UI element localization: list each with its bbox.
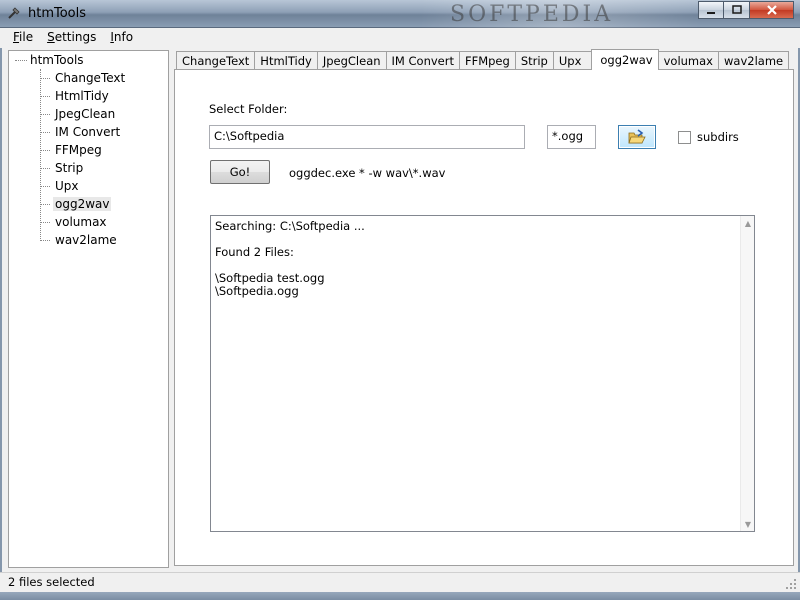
app-icon	[8, 7, 20, 19]
tree-connector	[40, 149, 50, 151]
subdirs-label: subdirs	[697, 130, 739, 144]
tree-item-label: JpegClean	[55, 107, 116, 121]
tree-connector	[40, 167, 50, 169]
tree-item-ffmpeg[interactable]: FFMpeg	[40, 141, 104, 159]
minimize-icon	[707, 12, 715, 14]
maximize-icon	[731, 5, 742, 14]
select-folder-label: Select Folder:	[209, 102, 288, 116]
tree-item-im-convert[interactable]: IM Convert	[40, 123, 122, 141]
tree-item-label: Strip	[55, 161, 84, 175]
scroll-down-arrow-icon[interactable]: ▼	[741, 517, 755, 531]
window-controls	[698, 1, 794, 19]
menu-file-label: File	[13, 30, 34, 44]
tree-item-htmltidy[interactable]: HtmlTidy	[40, 87, 111, 105]
menu-file[interactable]: File	[6, 28, 40, 48]
tab-im-convert[interactable]: IM Convert	[385, 51, 460, 70]
tab-ogg2wav[interactable]: ogg2wav	[591, 49, 659, 70]
menu-settings[interactable]: Settings	[40, 28, 103, 48]
tab-upx[interactable]: Upx	[552, 51, 593, 70]
menu-info[interactable]: Info	[103, 28, 140, 48]
output-line: Searching: C:\Softpedia ...	[215, 219, 365, 233]
menu-info-label: Info	[110, 30, 134, 44]
output-scrollbar[interactable]: ▲ ▼	[740, 216, 754, 531]
subdirs-checkbox[interactable]	[678, 130, 691, 144]
output-line: Found 2 Files:	[215, 245, 294, 259]
resize-grip-icon[interactable]	[785, 578, 797, 590]
maximize-button[interactable]	[724, 1, 750, 19]
tab-wav2lame[interactable]: wav2lame	[718, 51, 790, 70]
tree-item-ogg2wav[interactable]: ogg2wav	[40, 195, 112, 213]
tab-strip-tool[interactable]: Strip	[514, 51, 554, 70]
tab-strip: ChangeText HtmlTidy JpegClean IM Convert…	[176, 49, 790, 70]
subdirs-option[interactable]: subdirs	[678, 130, 739, 144]
tree-item-volumax[interactable]: volumax	[40, 213, 109, 231]
tab-jpegclean[interactable]: JpegClean	[316, 51, 387, 70]
status-text: 2 files selected	[8, 575, 95, 589]
folder-input[interactable]: C:\Softpedia	[209, 125, 525, 149]
tab-changetext[interactable]: ChangeText	[176, 51, 256, 70]
scroll-up-arrow-icon[interactable]: ▲	[741, 216, 755, 230]
tree-item-label: HtmlTidy	[55, 89, 109, 103]
tree-item-upx[interactable]: Upx	[40, 177, 81, 195]
tool-tree[interactable]: htmTools ChangeText HtmlTidy JpegClean I…	[8, 50, 169, 568]
folder-open-icon	[628, 129, 646, 144]
tab-ffmpeg[interactable]: FFMpeg	[458, 51, 516, 70]
close-button[interactable]	[750, 1, 794, 19]
tree-item-label: ogg2wav	[53, 197, 112, 211]
tree-item-label: volumax	[55, 215, 107, 229]
tree-item-changetext[interactable]: ChangeText	[40, 69, 127, 87]
tree-connector	[40, 239, 50, 241]
browse-folder-button[interactable]	[618, 125, 656, 149]
tree-connector	[15, 59, 27, 61]
watermark: SOFTPEDIA	[450, 2, 614, 27]
window-border-left	[0, 28, 2, 592]
tree-item-label: Upx	[55, 179, 79, 193]
window-border-bottom	[0, 592, 800, 600]
tree-item-label: IM Convert	[55, 125, 121, 139]
tree-connector	[40, 131, 50, 133]
tab-htmltidy[interactable]: HtmlTidy	[254, 51, 318, 70]
output-lines: Searching: C:\Softpedia ... Found 2 File…	[215, 220, 365, 298]
output-line: \Softpedia.ogg	[215, 284, 299, 298]
tree-connector	[40, 185, 50, 187]
command-preview: oggdec.exe * -w wav\*.wav	[289, 166, 446, 180]
tree-connector	[40, 203, 50, 205]
tree-item-label: FFMpeg	[55, 143, 102, 157]
tree-root[interactable]: htmTools	[15, 53, 84, 67]
ogg2wav-panel: Select Folder: C:\Softpedia *.ogg subdir…	[174, 69, 794, 566]
tree-root-label: htmTools	[30, 53, 84, 67]
menu-bar: File Settings Info	[0, 28, 800, 48]
title-bar[interactable]: SOFTPEDIA htmTools	[0, 0, 800, 28]
go-button[interactable]: Go!	[210, 160, 270, 184]
tree-connector	[40, 95, 50, 97]
tree-item-label: wav2lame	[55, 233, 117, 247]
tab-volumax[interactable]: volumax	[657, 51, 719, 70]
tree-item-wav2lame[interactable]: wav2lame	[40, 231, 119, 249]
tree-item-strip[interactable]: Strip	[40, 159, 85, 177]
file-mask-input[interactable]: *.ogg	[547, 125, 596, 149]
tree-item-label: ChangeText	[55, 71, 126, 85]
menu-settings-label: Settings	[47, 30, 97, 44]
minimize-button[interactable]	[698, 1, 724, 19]
window-title: htmTools	[28, 6, 87, 21]
tree-connector	[40, 77, 50, 79]
tree-item-jpegclean[interactable]: JpegClean	[40, 105, 117, 123]
status-bar: 2 files selected	[0, 572, 800, 592]
tree-connector	[40, 221, 50, 223]
tree-connector	[40, 113, 50, 115]
close-icon	[766, 5, 777, 15]
output-log[interactable]: Searching: C:\Softpedia ... Found 2 File…	[210, 215, 755, 532]
